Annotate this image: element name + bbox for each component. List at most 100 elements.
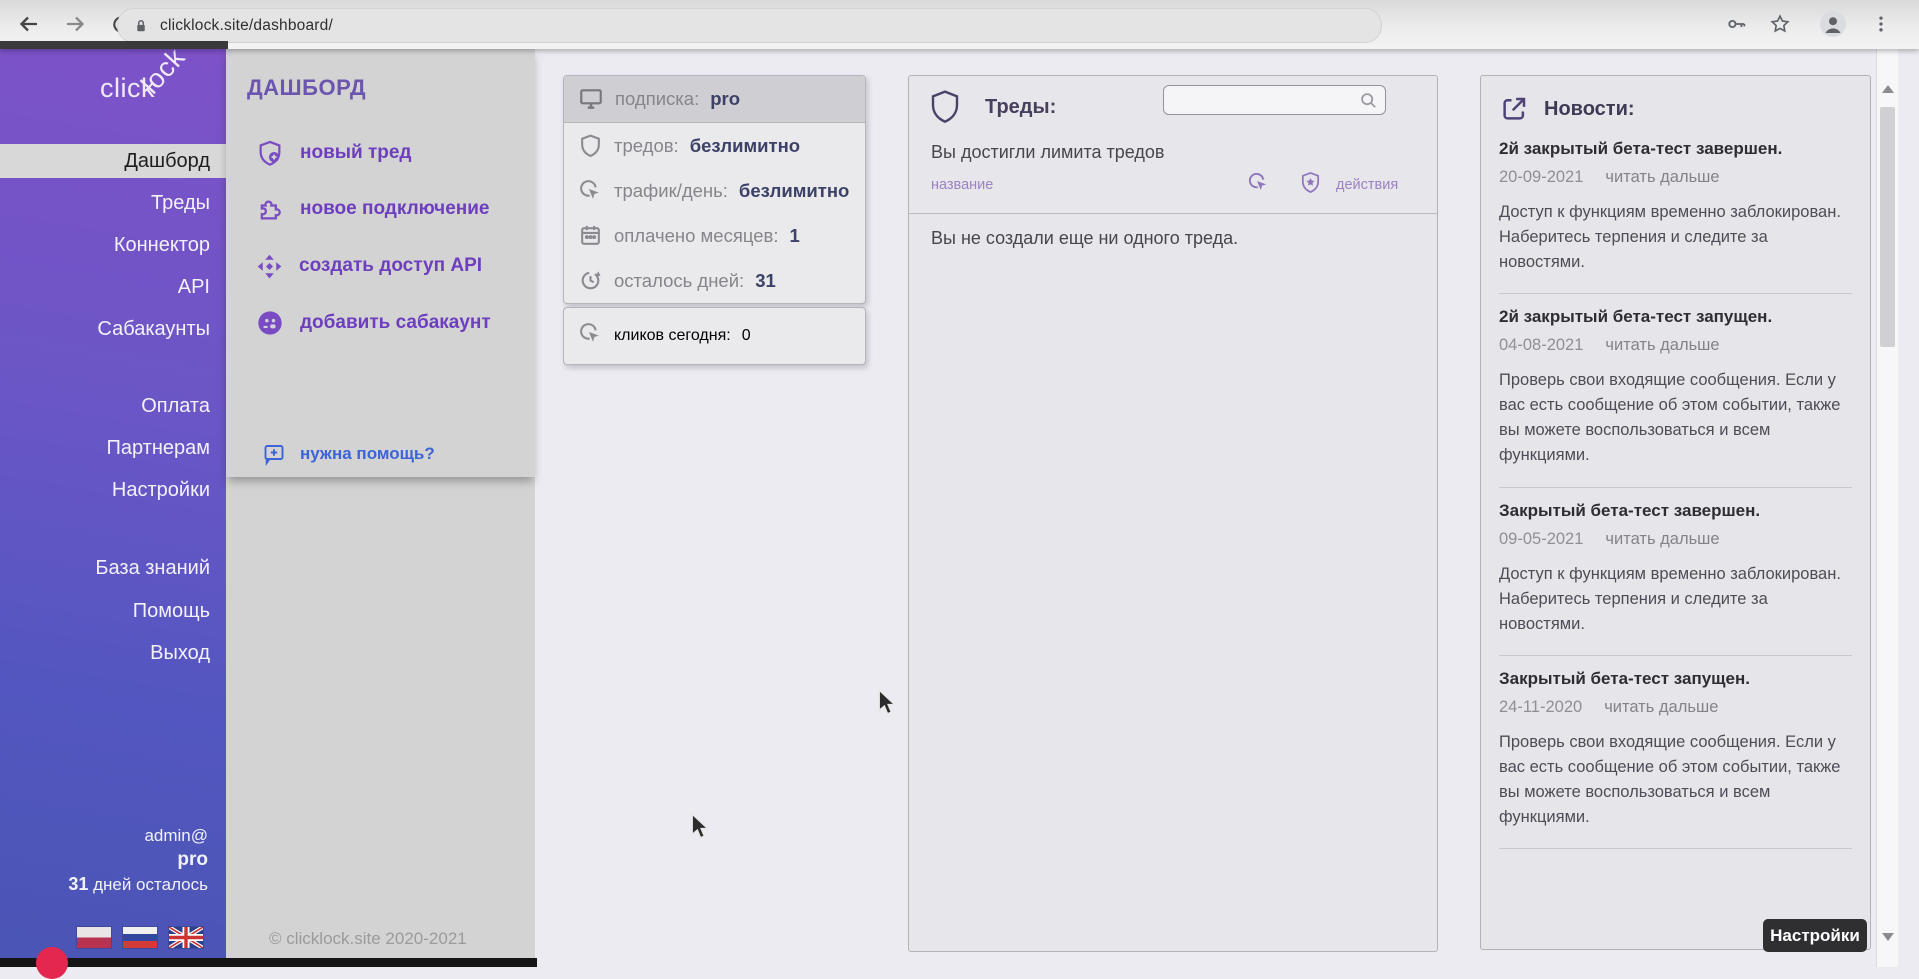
news-item-title: 2й закрытый бета-тест запущен.	[1499, 307, 1852, 327]
days-value: 31	[68, 874, 88, 894]
scroll-up-icon[interactable]	[1882, 85, 1894, 93]
shield-star-column-icon[interactable]	[1299, 171, 1322, 199]
add-subaccount-button[interactable]: добавить сабакаунт	[256, 305, 491, 341]
shield-icon	[578, 133, 603, 158]
create-api-access-label: создать доступ API	[299, 255, 482, 277]
create-api-access-button[interactable]: создать доступ API	[256, 248, 482, 284]
news-item: 2й закрытый бета-тест запущен. 04-08-202…	[1499, 294, 1852, 487]
sidebar-item-connector[interactable]: Коннектор	[0, 228, 226, 262]
bottom-edge-strip	[0, 958, 537, 967]
threads-search-box	[1163, 85, 1386, 115]
threads-limit-notice: Вы достигли лимита тредов	[931, 142, 1164, 163]
sidebar-item-logout[interactable]: Выход	[0, 636, 226, 670]
threads-divider	[909, 213, 1437, 214]
new-connection-button[interactable]: новое подключение	[256, 191, 490, 227]
threads-search-input[interactable]	[1172, 87, 1356, 115]
settings-tooltip: Настройки	[1763, 919, 1867, 952]
mouse-cursor	[688, 812, 710, 842]
user-add-icon	[256, 309, 284, 337]
profile-button[interactable]	[1818, 9, 1848, 39]
dashboard-menu-panel: ДАШБОРД новый тред новое подключение соз…	[226, 49, 535, 967]
address-bar[interactable]: clicklock.site/dashboard/	[117, 8, 1382, 43]
threads-limit-label: тредов:	[614, 135, 679, 157]
app-logo[interactable]: clicklock	[0, 73, 205, 104]
read-more-link[interactable]: читать дальше	[1605, 530, 1719, 548]
menu-dots-icon	[1871, 14, 1891, 34]
need-help-link[interactable]: нужна помощь?	[262, 439, 435, 469]
mouse-cursor	[875, 688, 897, 718]
account-days-left: 31 дней осталось	[0, 872, 208, 897]
puzzle-icon	[256, 195, 284, 223]
threads-limit-value: безлимитно	[690, 135, 800, 157]
browser-menu-button[interactable]	[1866, 9, 1896, 39]
click-icon	[578, 321, 603, 351]
add-subaccount-label: добавить сабакаунт	[300, 312, 491, 334]
news-item-date: 09-05-2021	[1499, 530, 1583, 548]
flag-poland-icon[interactable]	[77, 927, 111, 948]
scrollbar-thumb[interactable]	[1880, 107, 1895, 347]
plan-value: pro	[710, 88, 740, 110]
sidebar-item-settings[interactable]: Настройки	[0, 473, 226, 507]
move-arrows-icon	[256, 253, 283, 280]
flag-russia-icon[interactable]	[123, 927, 157, 948]
shield-icon	[929, 89, 961, 130]
sidebar-item-payment[interactable]: Оплата	[0, 389, 226, 423]
clicks-today-value: 0	[742, 327, 751, 345]
page-scrollbar[interactable]	[1876, 49, 1898, 967]
days-left-value: 31	[755, 270, 776, 292]
click-column-icon[interactable]	[1247, 171, 1270, 199]
back-button[interactable]	[14, 9, 44, 39]
account-info: admin@ pro 31 дней осталось	[0, 824, 226, 897]
subscription-row-threads: тредов: безлимитно	[564, 123, 865, 168]
sidebar-item-subaccounts[interactable]: Сабакаунты	[0, 312, 226, 346]
news-item-date: 20-09-2021	[1499, 168, 1583, 186]
sidebar-item-api[interactable]: API	[0, 270, 226, 304]
password-manager-button[interactable]	[1722, 9, 1752, 39]
sidebar-item-dashboard[interactable]: Дашборд	[0, 144, 226, 178]
clicks-today-label: кликов сегодня:	[614, 327, 731, 345]
avatar-icon	[1819, 10, 1847, 38]
news-item: Закрытый бета-тест завершен. 09-05-2021 ч…	[1499, 488, 1852, 656]
forward-button[interactable]	[60, 9, 90, 39]
read-more-link[interactable]: читать дальше	[1605, 168, 1719, 186]
news-item: Закрытый бета-тест запущен. 24-11-2020 чи…	[1499, 656, 1852, 849]
news-title: Новости:	[1544, 98, 1635, 121]
sidebar-item-partners[interactable]: Партнерам	[0, 431, 226, 465]
months-paid-value: 1	[789, 225, 799, 247]
days-left-label: осталось дней:	[614, 270, 744, 292]
clock-icon	[578, 268, 603, 293]
read-more-link[interactable]: читать дальше	[1605, 336, 1719, 354]
news-panel: Новости: 2й закрытый бета-тест завершен.…	[1480, 75, 1871, 950]
scroll-down-icon[interactable]	[1882, 933, 1894, 941]
back-icon	[17, 12, 41, 36]
url-text[interactable]: clicklock.site/dashboard/	[160, 17, 333, 35]
news-item-title: 2й закрытый бета-тест завершен.	[1499, 139, 1852, 159]
news-item-date: 24-11-2020	[1499, 698, 1582, 716]
external-link-icon	[1499, 94, 1529, 124]
copyright-text: © clicklock.site 2020-2021	[269, 929, 467, 949]
search-icon[interactable]	[1358, 90, 1379, 116]
plan-label: подписка:	[615, 88, 699, 110]
need-help-label: нужна помощь?	[300, 444, 435, 464]
forward-icon	[63, 12, 87, 36]
sidebar-item-knowledge-base[interactable]: База знаний	[0, 551, 226, 585]
news-item-title: Закрытый бета-тест запущен.	[1499, 669, 1852, 689]
column-header-name[interactable]: название	[931, 177, 993, 193]
bookmark-button[interactable]	[1765, 9, 1795, 39]
click-icon	[578, 178, 603, 203]
sidebar-item-threads[interactable]: Треды	[0, 186, 226, 220]
dashboard-menu-title: ДАШБОРД	[247, 75, 366, 101]
months-paid-label: оплачено месяцев:	[614, 225, 778, 247]
sidebar: clicklock Дашборд Треды Коннектор API Са…	[0, 49, 226, 967]
shield-plus-icon	[256, 139, 284, 167]
subscription-row-traffic: трафик/день: безлимитно	[564, 168, 865, 213]
news-item-body: Доступ к функциям временно заблокирован.…	[1499, 562, 1847, 637]
flag-uk-icon[interactable]	[169, 927, 203, 948]
sidebar-item-help[interactable]: Помощь	[0, 594, 226, 628]
news-item-body: Доступ к функциям временно заблокирован.…	[1499, 200, 1847, 275]
new-thread-button[interactable]: новый тред	[256, 135, 412, 171]
clicks-today-row: кликов сегодня: 0	[563, 307, 866, 365]
language-switcher	[77, 927, 203, 948]
read-more-link[interactable]: читать дальше	[1604, 698, 1718, 716]
news-item-title: Закрытый бета-тест завершен.	[1499, 501, 1852, 521]
